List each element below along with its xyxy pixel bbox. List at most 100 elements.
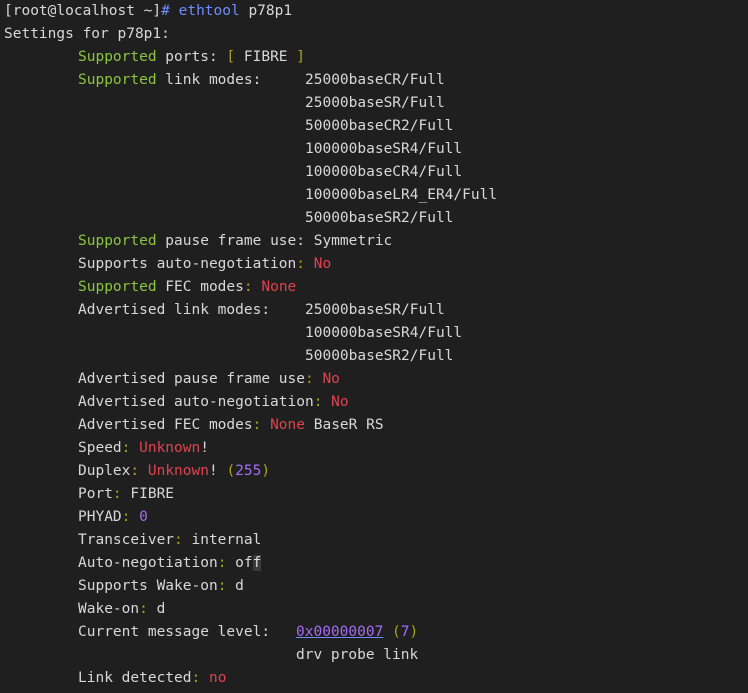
link-mode-value: 50000baseSR2/Full [305, 210, 454, 226]
prompt-command: ethtool [178, 3, 240, 19]
text-cursor: f [252, 555, 262, 571]
paren-left: ( [226, 463, 236, 479]
ports-label: ports: [156, 49, 218, 65]
pause-frame-label: pause frame use: [156, 233, 305, 249]
fec-modes-line: Supported FEC modes: None [4, 276, 748, 299]
msg-flags-row: drv probe link [4, 644, 748, 667]
adv-link-mode-value: 50000baseSR2/Full [305, 348, 454, 364]
adv-link-mode-row: 50000baseSR2/Full [4, 345, 748, 368]
link-mode-row: 100000baseSR4/Full [4, 138, 748, 161]
adv-link-mode-value: 25000baseSR/Full [305, 302, 445, 318]
supported-word: Supported [78, 49, 157, 65]
wake-on-value: d [147, 601, 166, 617]
supported-word: Supported [78, 279, 157, 295]
autoneg-line: Auto-negotiation: off [4, 552, 748, 575]
ports-value: FIBRE [235, 49, 297, 65]
bracket-right: ] [296, 49, 305, 65]
msg-level-label: Current message level: [78, 624, 271, 640]
phyad-label: PHYAD [78, 509, 122, 525]
autoneg-label: Auto-negotiation [78, 555, 218, 571]
speed-bang: ! [200, 440, 209, 456]
auto-neg-label: Supports auto-negotiation [78, 256, 297, 272]
bracket-left: [ [226, 49, 236, 65]
link-mode-row: 50000baseSR2/Full [4, 207, 748, 230]
link-mode-row: 100000baseLR4_ER4/Full [4, 184, 748, 207]
msg-level-hex: 0x00000007 [296, 624, 384, 640]
adv-link-mode-value: 100000baseSR4/Full [305, 325, 463, 341]
colon: : [121, 509, 131, 525]
link-mode-row: 25000baseSR/Full [4, 92, 748, 115]
colon: : [191, 670, 201, 686]
transceiver-line: Transceiver: internal [4, 529, 748, 552]
link-mode-value: 100000baseCR4/Full [305, 164, 463, 180]
prompt-argument: p78p1 [248, 3, 293, 19]
transceiver-label: Transceiver [78, 532, 175, 548]
link-mode-value: 50000baseCR2/Full [305, 118, 454, 134]
duplex-line: Duplex: Unknown! (255) [4, 460, 748, 483]
pause-frame-line: Supported pause frame use: Symmetric [4, 230, 748, 253]
auto-neg-support-line: Supports auto-negotiation: No [4, 253, 748, 276]
wake-support-label: Supports Wake-on [78, 578, 218, 594]
link-mode-row: 100000baseCR4/Full [4, 161, 748, 184]
speed-line: Speed: Unknown! [4, 437, 748, 460]
autoneg-value: of [226, 555, 253, 571]
speed-label: Speed [78, 440, 122, 456]
prompt-symbol: # [161, 3, 170, 19]
adv-fec-value: BaseR RS [305, 417, 384, 433]
settings-header: Settings for p78p1: [4, 26, 170, 42]
supported-ports-line: Supported ports: [ FIBRE ] [4, 46, 748, 69]
supported-word: Supported [78, 72, 157, 88]
wake-on-line: Wake-on: d [4, 598, 748, 621]
msg-level-flags: drv probe link [296, 647, 419, 663]
link-detected-value: no [200, 670, 227, 686]
colon: : [174, 532, 183, 548]
adv-pause-value: No [313, 371, 340, 387]
link-mode-value: 25000baseCR/Full [305, 72, 445, 88]
advertised-link-modes-line: Advertised link modes: 25000baseSR/Full [4, 299, 748, 322]
adv-autoneg-label: Advertised auto-negotiation [78, 394, 314, 410]
adv-autoneg-value: No [322, 394, 349, 410]
port-line: Port: FIBRE [4, 483, 748, 506]
wake-on-label: Wake-on [78, 601, 140, 617]
link-mode-value: 25000baseSR/Full [305, 95, 445, 111]
terminal-window[interactable]: [root@localhost ~]# ethtool p78p1 Settin… [0, 0, 748, 693]
fec-modes-label: FEC modes [156, 279, 244, 295]
adv-pause-label: Advertised pause frame use [78, 371, 305, 387]
prompt-line: [root@localhost ~]# ethtool p78p1 [4, 0, 748, 23]
link-detected-line: Link detected: no [4, 667, 748, 690]
port-label: Port [78, 486, 113, 502]
duplex-label: Duplex [78, 463, 131, 479]
adv-pause-line: Advertised pause frame use: No [4, 368, 748, 391]
colon: : [296, 256, 305, 272]
wake-support-line: Supports Wake-on: d [4, 575, 748, 598]
colon: : [304, 371, 314, 387]
adv-fec-none: None [261, 417, 305, 433]
colon: : [130, 463, 140, 479]
link-mode-value: 100000baseSR4/Full [305, 141, 463, 157]
paren-right: ) [261, 463, 271, 479]
link-mode-value: 100000baseLR4_ER4/Full [305, 187, 498, 203]
duplex-number: 255 [235, 463, 262, 479]
paren-right: ) [409, 624, 419, 640]
phyad-value: 0 [139, 509, 148, 525]
supported-link-modes-line: Supported link modes: 25000baseCR/Full [4, 69, 748, 92]
pause-frame-value: Symmetric [304, 233, 393, 249]
wake-support-value: d [226, 578, 244, 594]
link-mode-row: 50000baseCR2/Full [4, 115, 748, 138]
adv-link-modes-label: Advertised link modes: [78, 302, 271, 318]
adv-fec-line: Advertised FEC modes: None BaseR RS [4, 414, 748, 437]
adv-link-mode-row: 100000baseSR4/Full [4, 322, 748, 345]
speed-value: Unknown [130, 440, 201, 456]
link-modes-label: link modes: [156, 72, 262, 88]
fec-modes-value: None [252, 279, 297, 295]
phyad-line: PHYAD: 0 [4, 506, 748, 529]
colon: : [139, 601, 148, 617]
auto-neg-value: No [304, 256, 332, 272]
duplex-value: Unknown [139, 463, 209, 479]
colon: : [112, 486, 122, 502]
supported-word: Supported [78, 233, 157, 249]
transceiver-value: internal [182, 532, 262, 548]
adv-autoneg-line: Advertised auto-negotiation: No [4, 391, 748, 414]
duplex-bang: ! [208, 463, 227, 479]
msg-level-values: 0x00000007 (7) [296, 621, 418, 644]
